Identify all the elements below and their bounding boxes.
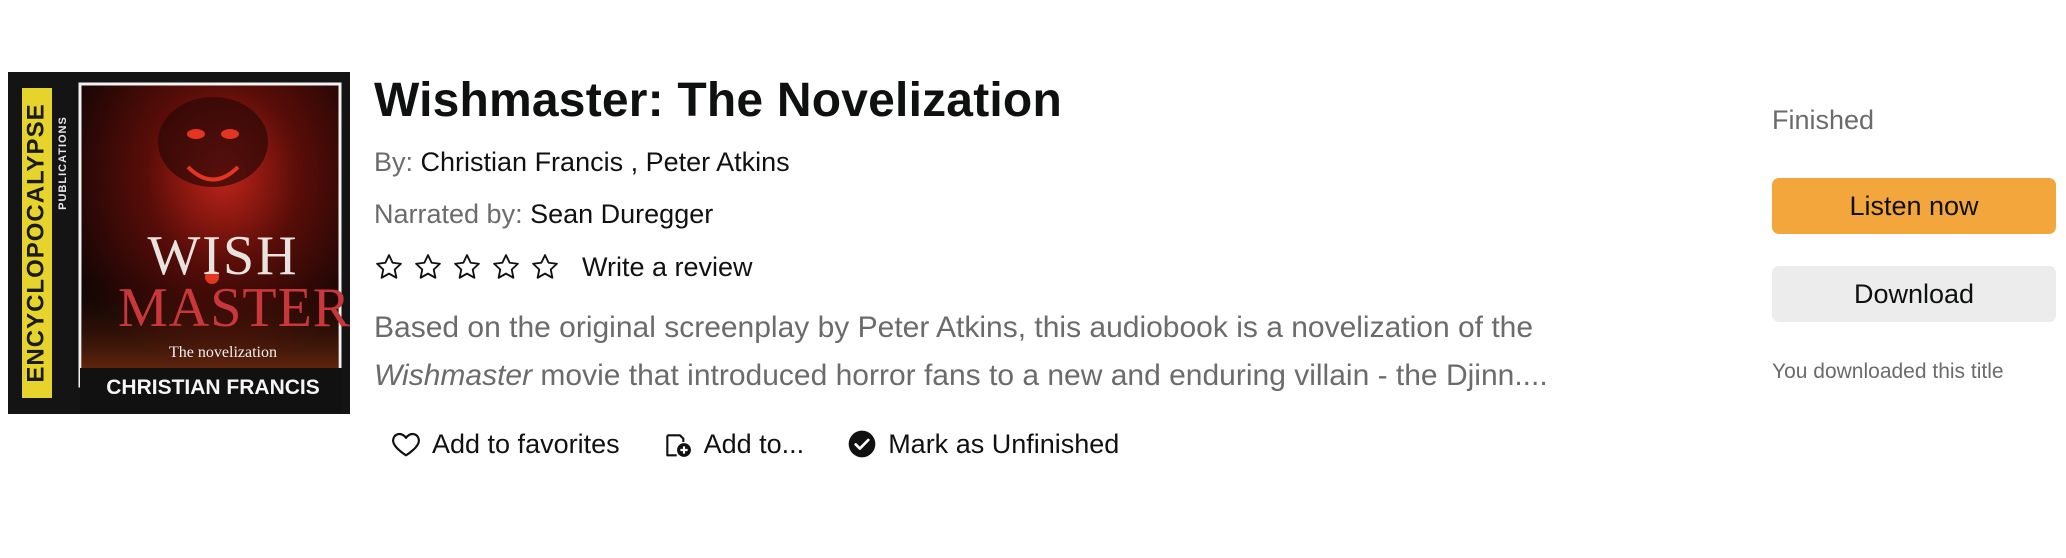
book-info: Wishmaster: The Novelization By: Christi… [374, 70, 1614, 460]
description-italic-title: Wishmaster [374, 359, 533, 392]
authors-label: By: [374, 147, 414, 177]
star-icon[interactable] [491, 252, 521, 282]
author-link[interactable]: Peter Atkins [646, 147, 790, 177]
heart-icon [390, 428, 422, 460]
status-panel: Finished Listen now Download You downloa… [1772, 102, 2056, 384]
download-button[interactable]: Download [1772, 266, 2056, 322]
rating-stars [374, 252, 569, 282]
description-text: movie that introduced horror fans to a n… [532, 359, 1548, 392]
authors-line: By: Christian Francis , Peter Atkins [374, 144, 1614, 180]
rating-row: Write a review [374, 248, 1614, 286]
narrator-line: Narrated by: Sean Duregger [374, 196, 1614, 232]
star-icon[interactable] [530, 252, 560, 282]
add-to-favorites-button[interactable]: Add to favorites [390, 428, 620, 460]
library-item-row: ENCYCLOPOCALYPSE PUBLICATIONS WISH MASTE… [0, 0, 2066, 558]
author-separator: , [623, 147, 646, 177]
mark-as-unfinished-button[interactable]: Mark as Unfinished [846, 428, 1119, 460]
cover-publisher-text-a: ENCYCL [23, 277, 51, 383]
downloaded-note: You downloaded this title [1772, 360, 2004, 383]
add-to-collection-label: Add to... [703, 428, 805, 459]
book-title[interactable]: Wishmaster: The Novelization [374, 70, 1614, 132]
add-to-collection-icon [662, 428, 694, 460]
star-icon[interactable] [413, 252, 443, 282]
cover-side-text: ENCYCLOPOCALYPSE [23, 103, 51, 383]
cover-title: WISH MASTER [118, 225, 350, 339]
check-circle-icon [846, 428, 878, 460]
cover-publisher-text-b: POCALYPSE [23, 103, 51, 259]
add-to-favorites-label: Add to favorites [432, 428, 620, 459]
description-text: Based on the original screenplay by Pete… [374, 311, 1534, 344]
cover-publications-text: PUBLICATIONS [57, 116, 69, 210]
book-cover-image[interactable]: ENCYCLOPOCALYPSE PUBLICATIONS WISH MASTE… [8, 72, 350, 414]
listen-now-button[interactable]: Listen now [1772, 178, 2056, 234]
mark-as-unfinished-label: Mark as Unfinished [888, 428, 1120, 459]
item-actions: Add to favorites Add to... Mark as Unfin… [390, 428, 1614, 460]
write-review-link[interactable]: Write a review [582, 252, 753, 283]
cover-subtitle: The novelization [169, 344, 277, 361]
listening-status: Finished [1772, 105, 1875, 135]
cover-author: CHRISTIAN FRANCIS [106, 376, 320, 399]
author-link[interactable]: Christian Francis [421, 147, 624, 177]
star-icon[interactable] [374, 252, 404, 282]
star-icon[interactable] [452, 252, 482, 282]
add-to-collection-button[interactable]: Add to... [662, 428, 805, 460]
book-description: Based on the original screenplay by Pete… [374, 304, 1604, 400]
narrator-label: Narrated by: [374, 199, 523, 229]
narrator-link[interactable]: Sean Duregger [530, 199, 713, 229]
